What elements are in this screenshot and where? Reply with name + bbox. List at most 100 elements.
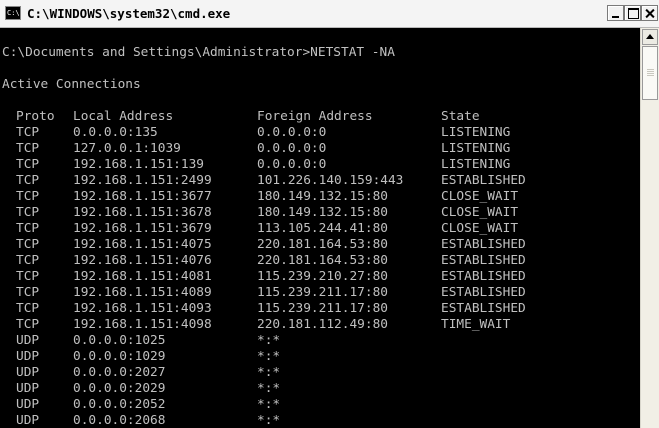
scroll-thumb[interactable] [642, 46, 658, 100]
connection-row: UDP 0.0.0.0:2052 *:* [2, 397, 622, 413]
cell-local-address: 0.0.0.0:2029 [73, 381, 166, 396]
cell-state: LISTENING [441, 157, 511, 172]
cell-proto: UDP [16, 381, 40, 396]
cell-state: ESTABLISHED [441, 269, 526, 284]
connection-row: TCP 192.168.1.151:3677 180.149.132.15:80 CL… [2, 189, 622, 205]
cell-state: ESTABLISHED [441, 237, 526, 252]
cell-proto: TCP [16, 189, 40, 204]
cell-foreign-address: 115.239.210.27:80 [257, 269, 388, 284]
scroll-up-arrow-icon[interactable] [642, 29, 658, 45]
cell-proto: UDP [16, 349, 40, 364]
connection-row: TCP 192.168.1.151:3678 180.149.132.15:80 CL… [2, 205, 622, 221]
cell-proto: UDP [16, 333, 40, 348]
cell-foreign-address: 180.149.132.15:80 [257, 189, 388, 204]
cell-state: TIME_WAIT [441, 317, 511, 332]
cmd-icon[interactable]: C:\ [5, 6, 21, 20]
column-header-local-address: Local Address [73, 109, 174, 124]
cell-proto: TCP [16, 285, 40, 300]
cmd-window: C:\ C:\WINDOWS\system32\cmd.exe C:\Docum… [0, 0, 659, 428]
connection-row: TCP 192.168.1.151:4076 220.181.164.53:80 ES… [2, 253, 622, 269]
cell-proto: TCP [16, 173, 40, 188]
cell-foreign-address: 115.239.211.17:80 [257, 285, 388, 300]
cell-proto: UDP [16, 365, 40, 380]
cell-state: CLOSE_WAIT [441, 221, 519, 236]
cell-proto: TCP [16, 269, 40, 284]
connection-row: TCP 192.168.1.151:2499 101.226.140.159:443… [2, 173, 622, 189]
close-button[interactable] [641, 5, 658, 21]
column-header-state: State [441, 109, 480, 124]
cell-local-address: 192.168.1.151:3677 [73, 189, 212, 204]
cell-state: ESTABLISHED [441, 285, 526, 300]
cell-local-address: 192.168.1.151:3679 [73, 221, 212, 236]
minimize-button[interactable] [607, 5, 624, 21]
cell-local-address: 192.168.1.151:4081 [73, 269, 212, 284]
connection-row: UDP 0.0.0.0:2027 *:* [2, 365, 622, 381]
connection-row: TCP 127.0.0.1:1039 0.0.0.0:0 LISTENING [2, 141, 622, 157]
cell-local-address: 192.168.1.151:2499 [73, 173, 212, 188]
cell-local-address: 0.0.0.0:1025 [73, 333, 166, 348]
cell-foreign-address: *:* [257, 413, 281, 428]
cell-proto: TCP [16, 125, 40, 140]
cell-foreign-address: *:* [257, 397, 281, 412]
cell-foreign-address: *:* [257, 349, 281, 364]
connection-row: TCP 192.168.1.151:4075 220.181.164.53:80 ES… [2, 237, 622, 253]
title-bar[interactable]: C:\ C:\WINDOWS\system32\cmd.exe [0, 0, 659, 28]
cell-proto: TCP [16, 237, 40, 252]
cell-local-address: 0.0.0.0:2027 [73, 365, 166, 380]
cell-foreign-address: 101.226.140.159:443 [257, 173, 404, 188]
connection-row: TCP 192.168.1.151:4098 220.181.112.49:80 TI… [2, 317, 622, 333]
console-output[interactable]: C:\Documents and Settings\Administrator>… [0, 28, 640, 428]
section-heading: Active Connections [2, 77, 141, 92]
cell-foreign-address: *:* [257, 381, 281, 396]
cell-foreign-address: 220.181.164.53:80 [257, 237, 388, 252]
cell-local-address: 0.0.0.0:2068 [73, 413, 166, 428]
cell-foreign-address: *:* [257, 333, 281, 348]
cell-proto: TCP [16, 205, 40, 220]
cell-proto: UDP [16, 413, 40, 428]
cell-proto: UDP [16, 397, 40, 412]
thumb-grip [647, 75, 654, 76]
cell-local-address: 192.168.1.151:4076 [73, 253, 212, 268]
cell-state: CLOSE_WAIT [441, 205, 519, 220]
connection-row: UDP 0.0.0.0:2068 *:* [2, 413, 622, 428]
cell-foreign-address: 0.0.0.0:0 [257, 125, 327, 140]
cell-local-address: 192.168.1.151:4089 [73, 285, 212, 300]
cell-state: ESTABLISHED [441, 173, 526, 188]
cell-local-address: 192.168.1.151:4098 [73, 317, 212, 332]
connection-row: TCP 192.168.1.151:4089 115.239.211.17:80 ES… [2, 285, 622, 301]
column-header-row: Proto Local Address Foreign Address Stat… [2, 109, 622, 125]
cell-proto: TCP [16, 317, 40, 332]
column-header-foreign-address: Foreign Address [257, 109, 373, 124]
connection-row: TCP 192.168.1.151:4093 115.239.211.17:80 ES… [2, 301, 622, 317]
cell-foreign-address: 180.149.132.15:80 [257, 205, 388, 220]
cell-state: LISTENING [441, 141, 511, 156]
thumb-grip [647, 69, 654, 70]
cell-proto: TCP [16, 157, 40, 172]
cell-local-address: 192.168.1.151:4093 [73, 301, 212, 316]
connection-row: TCP 192.168.1.151:139 0.0.0.0:0 LISTENING [2, 157, 622, 173]
cell-foreign-address: 220.181.164.53:80 [257, 253, 388, 268]
cell-foreign-address: 115.239.211.17:80 [257, 301, 388, 316]
cell-state: CLOSE_WAIT [441, 189, 519, 204]
cell-local-address: 0.0.0.0:1029 [73, 349, 166, 364]
connection-row: TCP 0.0.0.0:135 0.0.0.0:0 LISTENING [2, 125, 622, 141]
cell-proto: TCP [16, 141, 40, 156]
vertical-scrollbar[interactable] [640, 28, 659, 428]
cell-foreign-address: 113.105.244.41:80 [257, 221, 388, 236]
cell-local-address: 192.168.1.151:4075 [73, 237, 212, 252]
cell-local-address: 0.0.0.0:135 [73, 125, 158, 140]
column-header-proto: Proto [16, 109, 55, 124]
cell-local-address: 192.168.1.151:139 [73, 157, 204, 172]
cell-proto: TCP [16, 221, 40, 236]
window-title: C:\WINDOWS\system32\cmd.exe [27, 6, 231, 21]
connection-row: UDP 0.0.0.0:1029 *:* [2, 349, 622, 365]
cell-foreign-address: 0.0.0.0:0 [257, 157, 327, 172]
connection-row: UDP 0.0.0.0:1025 *:* [2, 333, 622, 349]
cell-proto: TCP [16, 301, 40, 316]
cell-local-address: 0.0.0.0:2052 [73, 397, 166, 412]
cell-local-address: 127.0.0.1:1039 [73, 141, 181, 156]
cell-foreign-address: 220.181.112.49:80 [257, 317, 388, 332]
connection-row: UDP 0.0.0.0:2029 *:* [2, 381, 622, 397]
cell-foreign-address: 0.0.0.0:0 [257, 141, 327, 156]
maximize-button[interactable] [624, 5, 641, 21]
